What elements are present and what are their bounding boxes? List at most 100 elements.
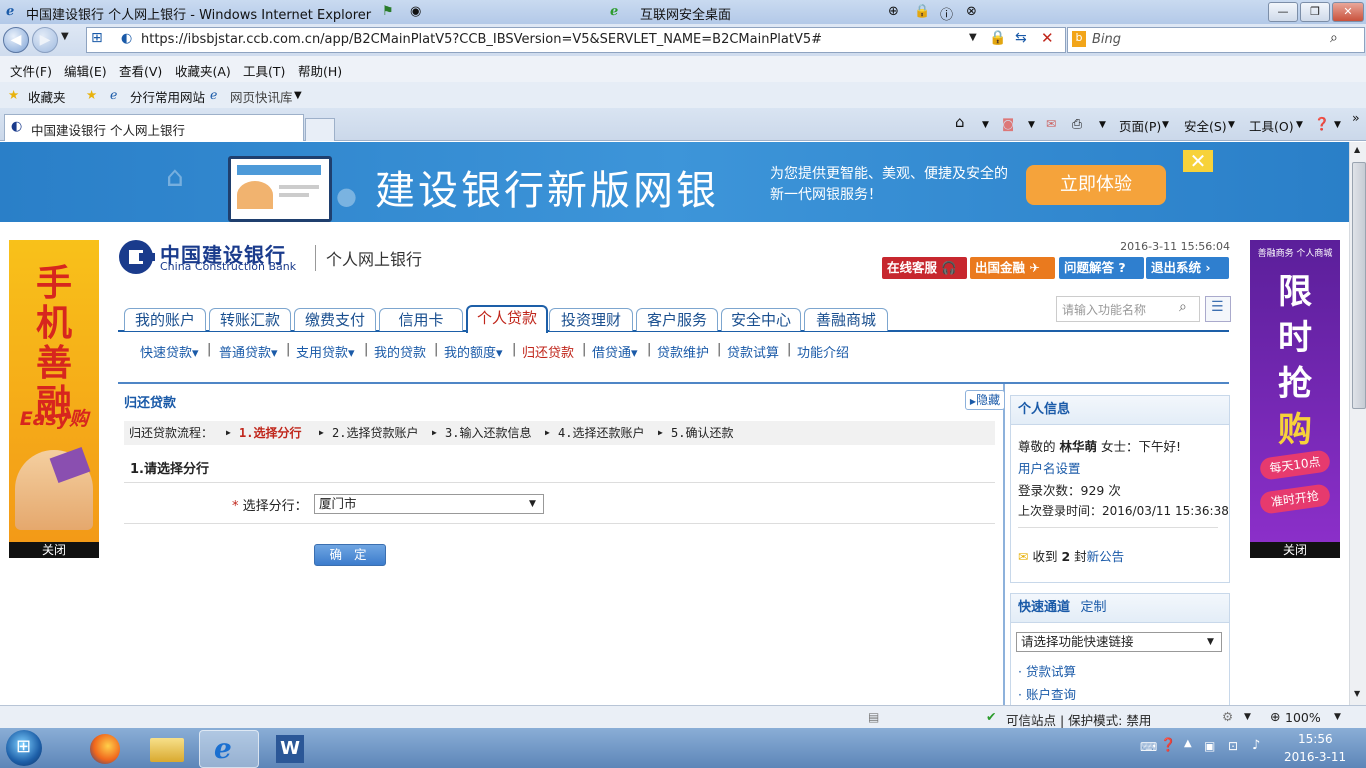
favorites-button[interactable]: 收藏夹	[28, 87, 66, 106]
subnav-regular-loan[interactable]: 普通贷款▾	[219, 342, 278, 361]
history-dropdown-icon[interactable]: ▼	[61, 31, 69, 42]
search-box[interactable]: b Bing ⌕	[1067, 27, 1365, 53]
volume-icon[interactable]: ♪	[1252, 738, 1260, 753]
subnav-my-quota[interactable]: 我的额度▾	[444, 342, 503, 361]
menu-help[interactable]: 帮助(H)	[298, 61, 342, 80]
trusted-zone-label[interactable]: 可信站点 | 保护模式: 禁用	[1006, 710, 1151, 729]
chevron-down-icon[interactable]: ▼	[1028, 120, 1035, 130]
right-side-ad[interactable]: 善融商务 个人商城 限 时 抢 购 每天10点 准时开抢 关闭	[1250, 240, 1340, 558]
maximize-button[interactable]: ❐	[1300, 2, 1330, 22]
home-icon[interactable]: ⌂	[955, 113, 965, 131]
menu-tools[interactable]: 工具(T)	[243, 61, 285, 80]
overseas-finance-button[interactable]: 出国金融 ✈	[970, 257, 1055, 279]
favorite-web-slice[interactable]: 网页快讯库	[230, 87, 293, 106]
favorite-branch-sites[interactable]: 分行常用网站	[130, 87, 205, 106]
mail-icon[interactable]: ✉	[1046, 116, 1056, 131]
scroll-up-icon[interactable]: ▲	[1354, 145, 1360, 154]
logout-button[interactable]: 退出系统 ›	[1146, 257, 1229, 279]
try-now-button[interactable]: 立即体验	[1026, 165, 1166, 205]
nav-credit-card[interactable]: 信用卡	[379, 308, 463, 331]
search-icon[interactable]: ⌕	[1330, 30, 1338, 46]
keyboard-icon[interactable]: ⌨	[1140, 740, 1157, 754]
ie-taskbar-button[interactable]: ℯ	[199, 730, 259, 768]
hide-panel-button[interactable]: ▶隐藏	[965, 390, 1005, 410]
quick-link-loan-calculator[interactable]: · 贷款试算	[1018, 661, 1076, 680]
online-service-button[interactable]: 在线客服 🎧	[882, 257, 967, 279]
chevron-down-icon[interactable]: ▼	[1334, 712, 1341, 722]
promo-banner[interactable]: ⌂ ● 建设银行新版网银 为您提供更智能、美观、便捷及安全的新一代网银服务！ 立…	[0, 142, 1349, 222]
feeds-icon[interactable]: ◙	[1002, 116, 1014, 131]
address-box[interactable]: ⊞ ◐ https://ibsbjstar.ccb.com.cn/app/B2C…	[86, 27, 1066, 53]
ccb-logo-icon[interactable]	[119, 240, 155, 274]
explorer-taskbar-button[interactable]	[138, 730, 196, 766]
new-notice-link[interactable]: 新公告	[1087, 549, 1125, 564]
subnav-drawdown-loan[interactable]: 支用贷款▾	[296, 342, 355, 361]
help-icon[interactable]: ❓	[1314, 116, 1330, 132]
close-circle-icon[interactable]: ⊗	[966, 4, 977, 19]
nav-my-account[interactable]: 我的账户	[124, 308, 206, 331]
shield-icon[interactable]: ◉	[410, 4, 421, 19]
chevron-down-icon[interactable]: ▼	[1244, 712, 1251, 722]
clock-date[interactable]: 2016-3-11	[1284, 750, 1346, 764]
vertical-scrollbar[interactable]: ▲ ▼	[1349, 142, 1366, 705]
subnav-my-loans[interactable]: 我的贷款	[374, 342, 426, 361]
nav-personal-loan[interactable]: 个人贷款	[466, 305, 548, 333]
nav-customer-service[interactable]: 客户服务	[636, 308, 718, 331]
customize-link[interactable]: 定制	[1081, 600, 1107, 615]
device-icon[interactable]: ▣	[1204, 739, 1215, 753]
nav-investment[interactable]: 投资理财	[549, 308, 633, 331]
clock-time[interactable]: 15:56	[1298, 732, 1333, 746]
close-button[interactable]: ✕	[1332, 2, 1364, 22]
function-search-input[interactable]: 请输入功能名称 ⌕	[1056, 296, 1200, 322]
add-favorite-icon[interactable]: ★	[86, 87, 97, 102]
start-button[interactable]: ⊞	[6, 730, 42, 766]
refresh-icon[interactable]: ⇆	[1015, 30, 1027, 46]
chevron-down-icon[interactable]: ▼	[1162, 120, 1169, 130]
chevron-down-icon[interactable]: ▼	[1334, 120, 1341, 130]
stop-icon[interactable]: ✕	[1041, 29, 1054, 47]
confirm-button[interactable]: 确 定	[314, 544, 386, 566]
nav-payment[interactable]: 缴费支付	[294, 308, 376, 331]
quick-link-select[interactable]: 请选择功能快速链接 ▼	[1016, 632, 1222, 652]
chevron-down-icon[interactable]: ▼	[294, 90, 302, 101]
chevron-down-icon[interactable]: ▼	[1099, 120, 1106, 130]
info-icon[interactable]: ⓘ	[940, 4, 953, 23]
tools-menu[interactable]: 工具(O)	[1249, 116, 1294, 135]
banner-close-icon[interactable]: ✕	[1183, 150, 1213, 172]
branch-select[interactable]: 厦门市 ▼	[314, 494, 544, 514]
protected-mode-icon[interactable]: ⚙	[1222, 709, 1233, 724]
subnav-loan-calculator[interactable]: 贷款试算	[727, 342, 779, 361]
forward-button[interactable]: ▶	[32, 27, 58, 53]
search-icon[interactable]: ⌕	[1179, 299, 1187, 315]
url-dropdown-icon[interactable]: ▼	[969, 32, 977, 43]
scroll-down-icon[interactable]: ▼	[1354, 689, 1360, 698]
left-side-ad[interactable]: 手 机 善 融 Easy购 关闭	[9, 240, 99, 558]
url-text[interactable]: https://ibsbjstar.ccb.com.cn/app/B2CMain…	[141, 32, 822, 47]
help-tray-icon[interactable]: ❓	[1160, 738, 1176, 753]
page-menu[interactable]: 页面(P)	[1119, 116, 1161, 135]
add-icon[interactable]: ⊕	[888, 4, 899, 19]
word-taskbar-button[interactable]: W	[262, 730, 320, 766]
compat-view-icon[interactable]: ⊞	[91, 30, 103, 46]
subnav-quick-loan[interactable]: 快速贷款▾	[140, 342, 199, 361]
padlock-icon[interactable]: 🔒	[989, 30, 1006, 46]
firefox-taskbar-button[interactable]	[76, 730, 134, 766]
menu-edit[interactable]: 编辑(E)	[64, 61, 107, 80]
chevron-down-icon[interactable]: ▼	[1296, 120, 1303, 130]
back-button[interactable]: ◀	[3, 27, 29, 53]
right-ad-close-button[interactable]: 关闭	[1250, 542, 1340, 558]
subnav-repay-loan[interactable]: 归还贷款	[522, 342, 574, 361]
subnav-loan-maintenance[interactable]: 贷款维护	[657, 342, 709, 361]
left-ad-image[interactable]: 手 机 善 融 Easy购	[9, 240, 99, 542]
safety-menu[interactable]: 安全(S)	[1184, 116, 1227, 135]
menu-icon[interactable]: ☰	[1205, 296, 1231, 322]
windows-flag-icon[interactable]: ⚑	[382, 4, 394, 19]
menu-view[interactable]: 查看(V)	[119, 61, 162, 80]
quick-link-account-query[interactable]: · 账户查询	[1018, 684, 1076, 703]
chevron-down-icon[interactable]: ▼	[982, 120, 989, 130]
subnav-jiedaitong[interactable]: 借贷通▾	[592, 342, 638, 361]
username-settings-link[interactable]: 用户名设置	[1018, 458, 1081, 477]
zoom-level[interactable]: 100%	[1285, 710, 1321, 725]
scroll-thumb[interactable]	[1352, 162, 1366, 409]
menu-favorites[interactable]: 收藏夹(A)	[175, 61, 231, 80]
